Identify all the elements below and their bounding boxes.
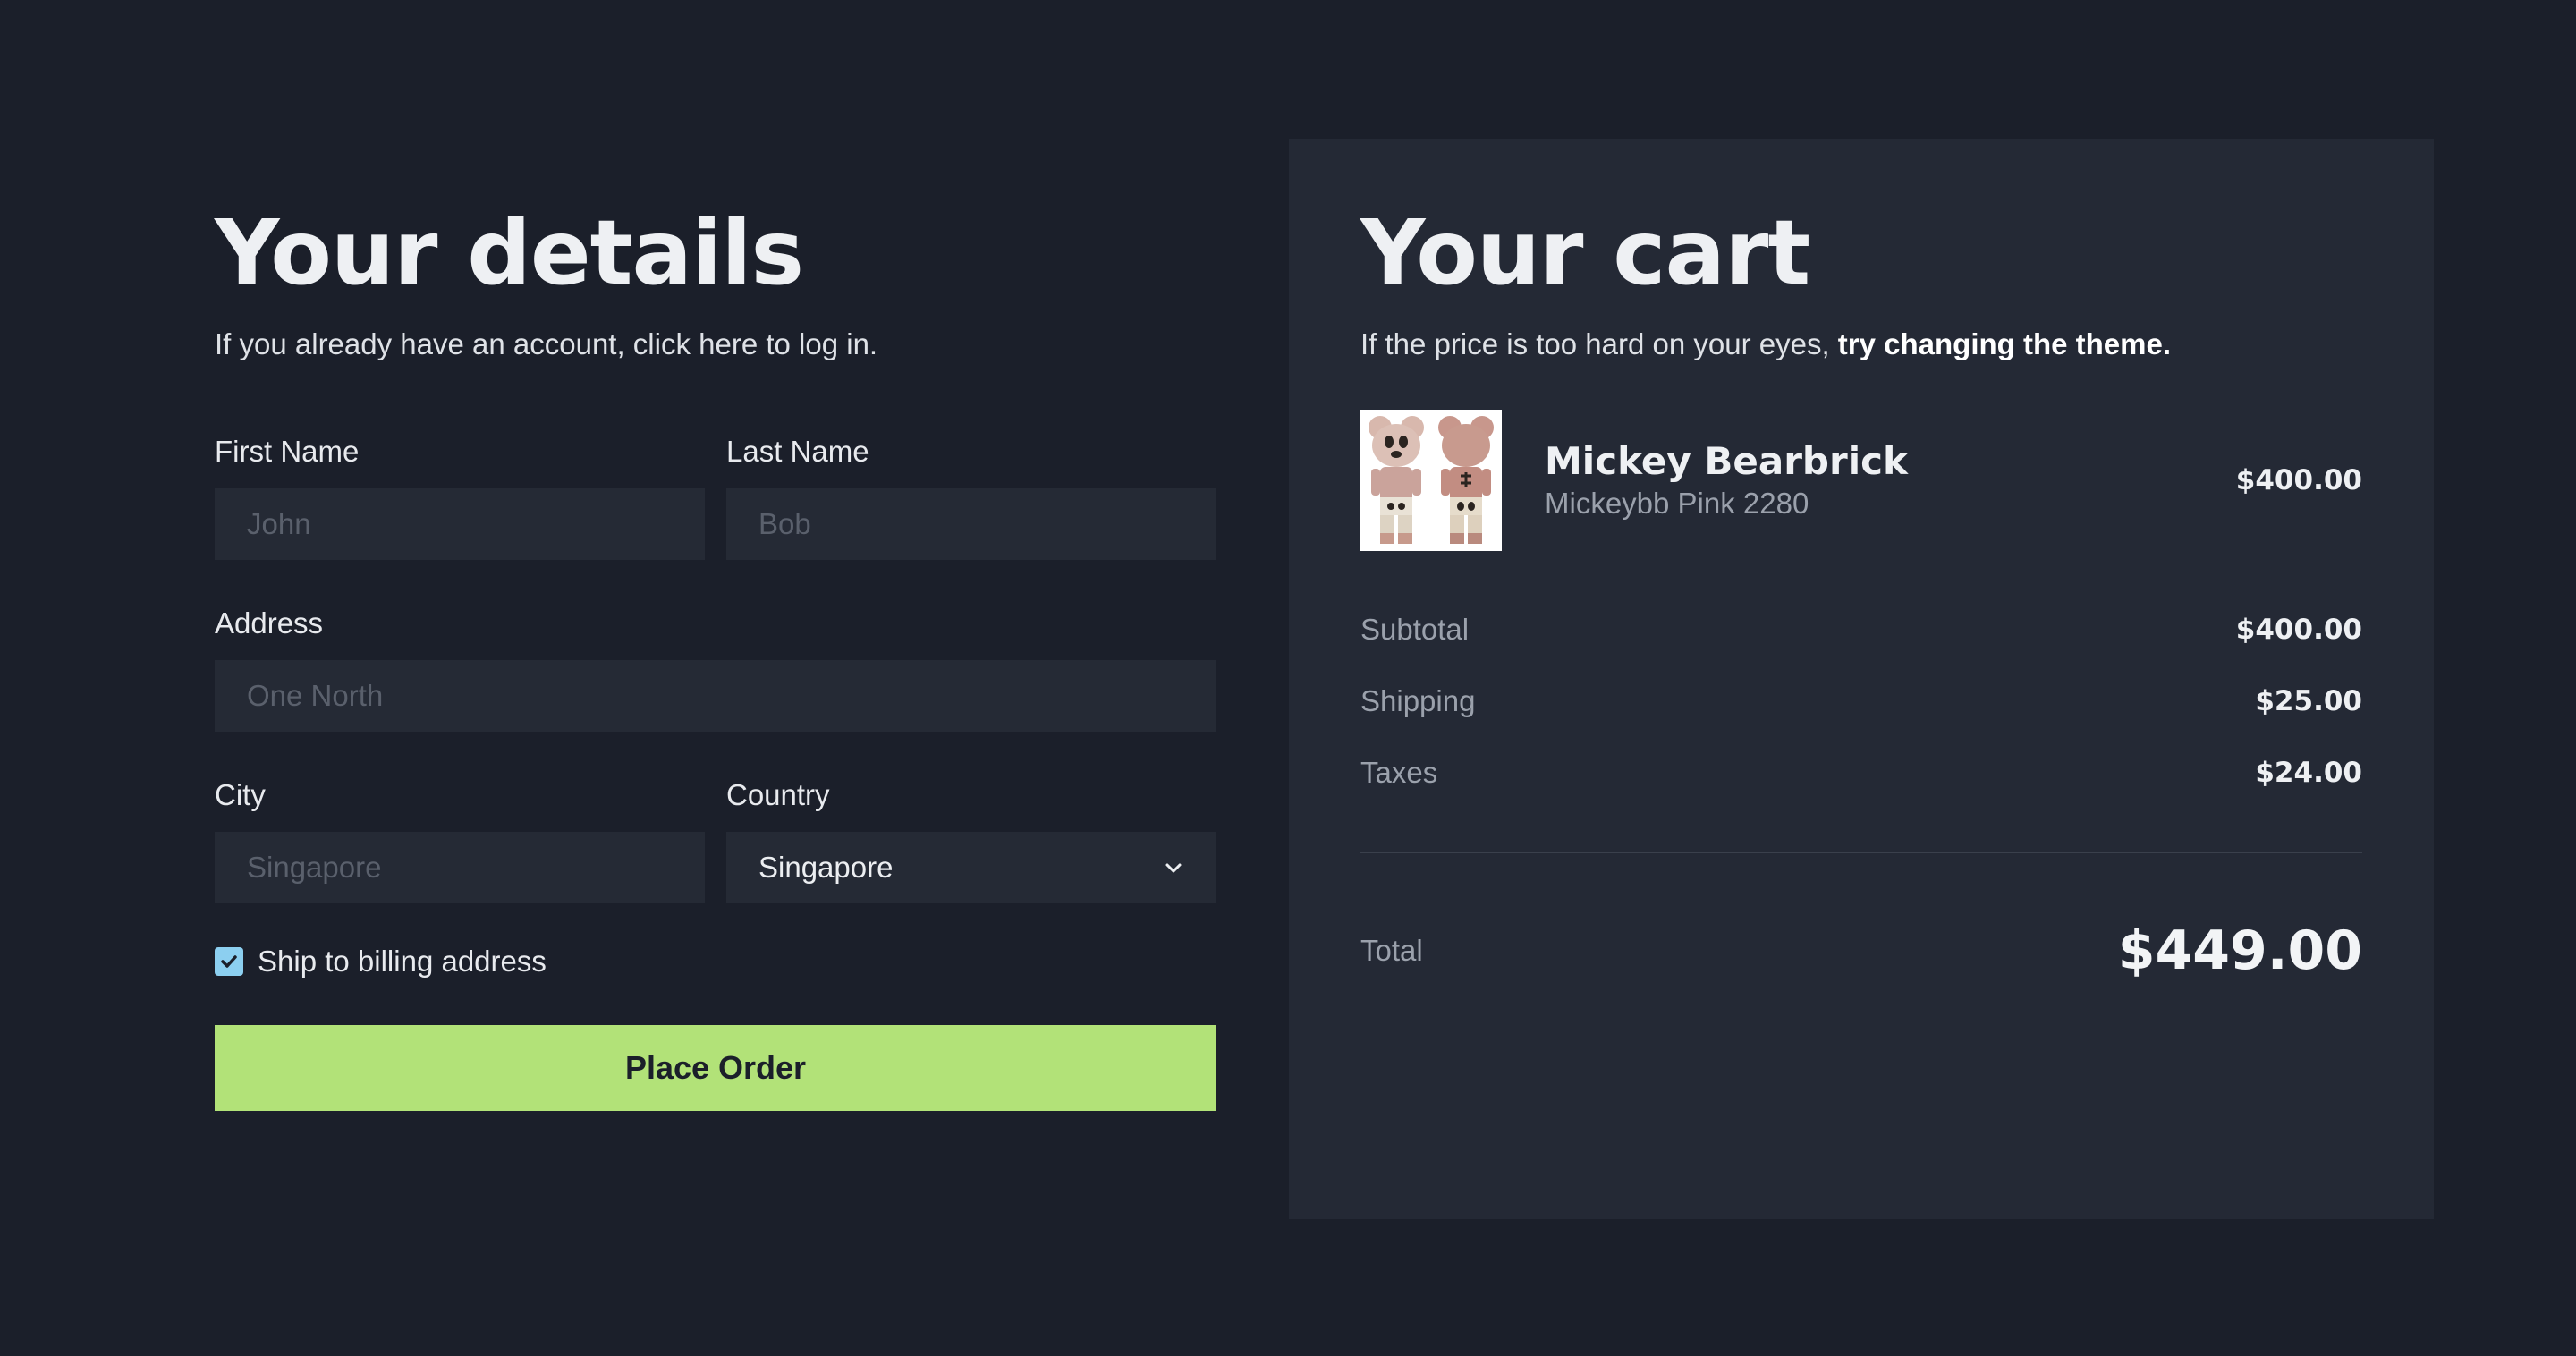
bearbrick-figures-image [1360,410,1502,551]
cart-item-description: Mickeybb Pink 2280 [1545,487,1809,520]
country-label: Country [726,778,830,811]
country-select[interactable]: Singapore [726,832,1216,903]
first-name-input[interactable] [215,488,705,560]
cart-subtitle: If the price is too hard on your eyes, t… [1360,326,2362,363]
subtotal-label: Subtotal [1360,613,1470,646]
last-name-field: Last Name [726,433,1216,560]
name-row: First Name Last Name [215,433,1216,560]
chevron-down-icon [1163,857,1184,878]
taxes-value: $24.00 [2255,757,2362,789]
summary-divider [1360,852,2362,853]
ship-to-billing-row: Ship to billing address [215,945,1216,979]
change-theme-link[interactable]: try changing the theme. [1838,327,2171,360]
cart-title: Your cart [1360,200,1810,305]
cart-summary: Subtotal $400.00 Shipping $25.00 Taxes $… [1360,594,2362,809]
address-label: Address [215,606,324,640]
shipping-label: Shipping [1360,684,1476,717]
shipping-row: Shipping $25.00 [1360,665,2362,737]
country-selected-value: Singapore [758,851,894,884]
city-input[interactable] [215,832,705,903]
subtotal-value: $400.00 [2235,614,2362,646]
city-field: City [215,776,705,903]
first-name-label: First Name [215,435,360,468]
cart-item-price: $400.00 [2235,464,2362,496]
cart-panel: Your cart If the price is too hard on yo… [1289,139,2434,1219]
taxes-row: Taxes $24.00 [1360,737,2362,809]
total-label: Total [1360,934,1423,967]
checkmark-icon [221,955,237,968]
details-subtitle[interactable]: If you already have an account, click he… [215,326,1216,363]
city-label: City [215,778,266,811]
cart-item-name: Mickey Bearbrick [1545,439,1908,483]
checkout-page: Your details If you already have an acco… [0,0,2576,1356]
ship-to-billing-label: Ship to billing address [258,945,547,978]
details-section: Your details If you already have an acco… [215,197,1216,1111]
details-title: Your details [215,200,804,305]
cart-subtitle-text: If the price is too hard on your eyes, [1360,327,1838,360]
address-input[interactable] [215,660,1216,732]
cart-content: Your cart If the price is too hard on yo… [1360,197,2362,991]
total-row: Total $449.00 [1360,911,2362,991]
place-order-button[interactable]: Place Order [215,1025,1216,1111]
taxes-label: Taxes [1360,756,1438,789]
address-field: Address [215,605,1216,732]
cart-item: Mickey Bearbrick Mickeybb Pink 2280 $400… [1360,410,2362,551]
last-name-input[interactable] [726,488,1216,560]
total-value: $449.00 [2117,920,2362,982]
first-name-field: First Name [215,433,705,560]
ship-to-billing-checkbox[interactable] [215,947,243,976]
country-field: Country Singapore [726,776,1216,903]
city-country-row: City Country Singapore [215,776,1216,903]
shipping-value: $25.00 [2255,685,2362,717]
last-name-label: Last Name [726,435,869,468]
cart-item-info: Mickey Bearbrick Mickeybb Pink 2280 [1545,438,2236,522]
subtotal-row: Subtotal $400.00 [1360,594,2362,665]
